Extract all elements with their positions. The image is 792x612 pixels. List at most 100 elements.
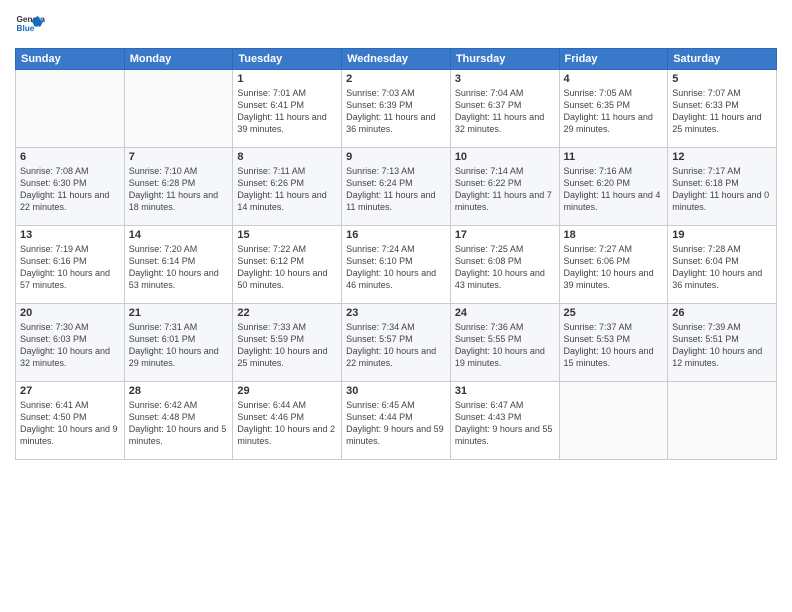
calendar-cell: 29Sunrise: 6:44 AM Sunset: 4:46 PM Dayli… xyxy=(233,382,342,460)
cell-content: Sunrise: 7:05 AM Sunset: 6:35 PM Dayligh… xyxy=(564,87,664,136)
day-number: 12 xyxy=(672,151,772,163)
cell-content: Sunrise: 7:01 AM Sunset: 6:41 PM Dayligh… xyxy=(237,87,337,136)
cell-content: Sunrise: 7:03 AM Sunset: 6:39 PM Dayligh… xyxy=(346,87,446,136)
day-number: 31 xyxy=(455,385,555,397)
weekday-header-tuesday: Tuesday xyxy=(233,49,342,70)
calendar-cell: 2 Sunrise: 7:03 AM Sunset: 6:39 PM Daylig… xyxy=(342,70,451,148)
cell-content: Sunrise: 7:07 AM Sunset: 6:33 PM Dayligh… xyxy=(672,87,772,136)
day-number: 13 xyxy=(20,229,120,241)
cell-content: Sunrise: 7:34 AM Sunset: 5:57 PM Dayligh… xyxy=(346,321,446,370)
calendar-cell: 15 Sunrise: 7:22 AM Sunset: 6:12 PM Dayli… xyxy=(233,226,342,304)
page-header: General Blue xyxy=(15,10,777,40)
day-number: 18 xyxy=(564,229,664,241)
cell-content: Sunrise: 7:28 AM Sunset: 6:04 PM Dayligh… xyxy=(672,243,772,292)
cell-content: Sunrise: 7:36 AM Sunset: 5:55 PM Dayligh… xyxy=(455,321,555,370)
calendar-cell: 9 Sunrise: 7:13 AM Sunset: 6:24 PM Daylig… xyxy=(342,148,451,226)
calendar-cell xyxy=(16,70,125,148)
calendar-cell: 24 Sunrise: 7:36 AM Sunset: 5:55 PM Dayli… xyxy=(450,304,559,382)
logo-icon: General Blue xyxy=(15,10,45,40)
calendar-cell: 1 Sunrise: 7:01 AM Sunset: 6:41 PM Daylig… xyxy=(233,70,342,148)
cell-content: Sunrise: 7:17 AM Sunset: 6:18 PM Dayligh… xyxy=(672,165,772,214)
day-number: 5 xyxy=(672,73,772,85)
calendar-week-1: 1 Sunrise: 7:01 AM Sunset: 6:41 PM Daylig… xyxy=(16,70,777,148)
day-number: 19 xyxy=(672,229,772,241)
calendar-cell xyxy=(668,382,777,460)
cell-content: Sunrise: 7:22 AM Sunset: 6:12 PM Dayligh… xyxy=(237,243,337,292)
day-number: 1 xyxy=(237,73,337,85)
calendar-cell: 25 Sunrise: 7:37 AM Sunset: 5:53 PM Dayli… xyxy=(559,304,668,382)
day-number: 8 xyxy=(237,151,337,163)
calendar-cell: 6 Sunrise: 7:08 AM Sunset: 6:30 PM Daylig… xyxy=(16,148,125,226)
calendar-cell: 8Sunrise: 7:11 AM Sunset: 6:26 PM Daylig… xyxy=(233,148,342,226)
cell-content: Sunrise: 7:24 AM Sunset: 6:10 PM Dayligh… xyxy=(346,243,446,292)
calendar-cell: 16 Sunrise: 7:24 AM Sunset: 6:10 PM Dayli… xyxy=(342,226,451,304)
cell-content: Sunrise: 7:37 AM Sunset: 5:53 PM Dayligh… xyxy=(564,321,664,370)
day-number: 29 xyxy=(237,385,337,397)
day-number: 21 xyxy=(129,307,229,319)
cell-content: Sunrise: 6:45 AM Sunset: 4:44 PM Dayligh… xyxy=(346,399,446,448)
day-number: 14 xyxy=(129,229,229,241)
weekday-header-friday: Friday xyxy=(559,49,668,70)
cell-content: Sunrise: 7:19 AM Sunset: 6:16 PM Dayligh… xyxy=(20,243,120,292)
day-number: 17 xyxy=(455,229,555,241)
calendar-cell: 23 Sunrise: 7:34 AM Sunset: 5:57 PM Dayli… xyxy=(342,304,451,382)
cell-content: Sunrise: 6:47 AM Sunset: 4:43 PM Dayligh… xyxy=(455,399,555,448)
calendar-cell: 13 Sunrise: 7:19 AM Sunset: 6:16 PM Dayli… xyxy=(16,226,125,304)
calendar-cell: 5 Sunrise: 7:07 AM Sunset: 6:33 PM Daylig… xyxy=(668,70,777,148)
cell-content: Sunrise: 7:10 AM Sunset: 6:28 PM Dayligh… xyxy=(129,165,229,214)
svg-text:Blue: Blue xyxy=(17,24,35,33)
day-number: 2 xyxy=(346,73,446,85)
day-number: 20 xyxy=(20,307,120,319)
weekday-header-saturday: Saturday xyxy=(668,49,777,70)
calendar-table: SundayMondayTuesdayWednesdayThursdayFrid… xyxy=(15,48,777,460)
day-number: 23 xyxy=(346,307,446,319)
calendar-cell: 22 Sunrise: 7:33 AM Sunset: 5:59 PM Dayli… xyxy=(233,304,342,382)
logo: General Blue xyxy=(15,10,49,40)
day-number: 16 xyxy=(346,229,446,241)
day-number: 26 xyxy=(672,307,772,319)
calendar-cell: 31 Sunrise: 6:47 AM Sunset: 4:43 PM Dayli… xyxy=(450,382,559,460)
calendar-week-4: 20Sunrise: 7:30 AM Sunset: 6:03 PM Dayli… xyxy=(16,304,777,382)
calendar-cell: 3Sunrise: 7:04 AM Sunset: 6:37 PM Daylig… xyxy=(450,70,559,148)
day-number: 25 xyxy=(564,307,664,319)
calendar-cell: 30 Sunrise: 6:45 AM Sunset: 4:44 PM Dayli… xyxy=(342,382,451,460)
calendar-cell: 20Sunrise: 7:30 AM Sunset: 6:03 PM Dayli… xyxy=(16,304,125,382)
day-number: 15 xyxy=(237,229,337,241)
cell-content: Sunrise: 7:08 AM Sunset: 6:30 PM Dayligh… xyxy=(20,165,120,214)
calendar-week-5: 27Sunrise: 6:41 AM Sunset: 4:50 PM Dayli… xyxy=(16,382,777,460)
cell-content: Sunrise: 6:42 AM Sunset: 4:48 PM Dayligh… xyxy=(129,399,229,448)
calendar-cell: 10 Sunrise: 7:14 AM Sunset: 6:22 PM Dayli… xyxy=(450,148,559,226)
calendar-cell: 17 Sunrise: 7:25 AM Sunset: 6:08 PM Dayli… xyxy=(450,226,559,304)
calendar-cell: 21Sunrise: 7:31 AM Sunset: 6:01 PM Dayli… xyxy=(124,304,233,382)
cell-content: Sunrise: 7:27 AM Sunset: 6:06 PM Dayligh… xyxy=(564,243,664,292)
day-number: 9 xyxy=(346,151,446,163)
weekday-header-row: SundayMondayTuesdayWednesdayThursdayFrid… xyxy=(16,49,777,70)
calendar-cell: 19 Sunrise: 7:28 AM Sunset: 6:04 PM Dayli… xyxy=(668,226,777,304)
day-number: 3 xyxy=(455,73,555,85)
calendar-cell xyxy=(559,382,668,460)
cell-content: Sunrise: 7:33 AM Sunset: 5:59 PM Dayligh… xyxy=(237,321,337,370)
calendar-cell: 27Sunrise: 6:41 AM Sunset: 4:50 PM Dayli… xyxy=(16,382,125,460)
weekday-header-wednesday: Wednesday xyxy=(342,49,451,70)
day-number: 30 xyxy=(346,385,446,397)
calendar-cell: 4 Sunrise: 7:05 AM Sunset: 6:35 PM Daylig… xyxy=(559,70,668,148)
calendar-cell: 11Sunrise: 7:16 AM Sunset: 6:20 PM Dayli… xyxy=(559,148,668,226)
day-number: 22 xyxy=(237,307,337,319)
day-number: 10 xyxy=(455,151,555,163)
cell-content: Sunrise: 7:14 AM Sunset: 6:22 PM Dayligh… xyxy=(455,165,555,214)
calendar-cell: 7 Sunrise: 7:10 AM Sunset: 6:28 PM Daylig… xyxy=(124,148,233,226)
weekday-header-sunday: Sunday xyxy=(16,49,125,70)
day-number: 4 xyxy=(564,73,664,85)
day-number: 11 xyxy=(564,151,664,163)
day-number: 7 xyxy=(129,151,229,163)
day-number: 28 xyxy=(129,385,229,397)
cell-content: Sunrise: 7:13 AM Sunset: 6:24 PM Dayligh… xyxy=(346,165,446,214)
calendar-cell: 14Sunrise: 7:20 AM Sunset: 6:14 PM Dayli… xyxy=(124,226,233,304)
day-number: 6 xyxy=(20,151,120,163)
day-number: 24 xyxy=(455,307,555,319)
calendar-cell: 28 Sunrise: 6:42 AM Sunset: 4:48 PM Dayli… xyxy=(124,382,233,460)
weekday-header-monday: Monday xyxy=(124,49,233,70)
calendar-cell: 12 Sunrise: 7:17 AM Sunset: 6:18 PM Dayli… xyxy=(668,148,777,226)
calendar-week-2: 6 Sunrise: 7:08 AM Sunset: 6:30 PM Daylig… xyxy=(16,148,777,226)
cell-content: Sunrise: 7:25 AM Sunset: 6:08 PM Dayligh… xyxy=(455,243,555,292)
